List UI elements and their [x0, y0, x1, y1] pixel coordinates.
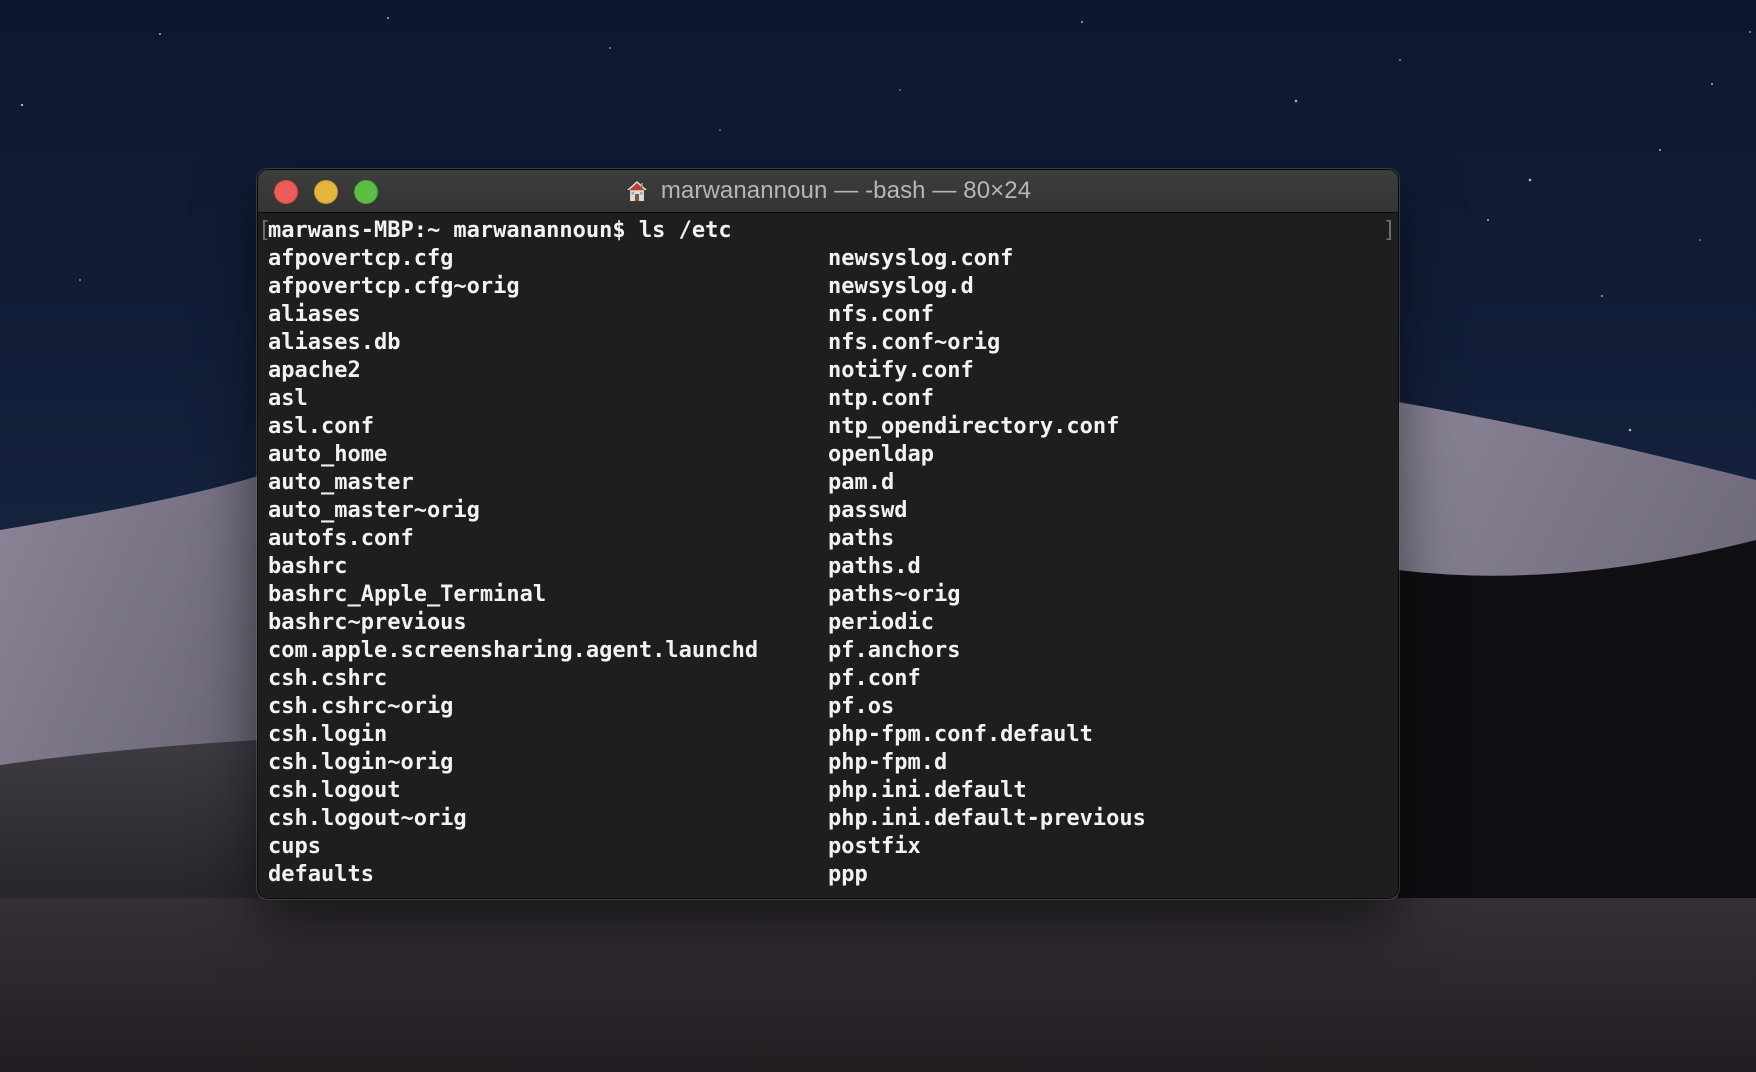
listing-row: csh.logout~orig php.ini.default-previous: [268, 805, 1388, 833]
file-entry: nfs.conf~orig: [828, 330, 1001, 355]
file-entry: bashrc_Apple_Terminal: [268, 582, 547, 607]
file-entry: postfix: [828, 834, 921, 859]
listing-row: defaults ppp: [268, 861, 1388, 889]
file-entry: apache2: [268, 358, 361, 383]
listing-row: apache2 notify.conf: [268, 357, 1388, 385]
listing-row: aliases.db nfs.conf~orig: [268, 329, 1388, 357]
title-bar[interactable]: marwanannoun — -bash — 80×24: [258, 170, 1398, 213]
file-entry: csh.login~orig: [268, 750, 454, 775]
file-entry: openldap: [828, 442, 934, 467]
file-entry: php.ini.default-previous: [828, 806, 1146, 831]
home-icon: [625, 179, 649, 203]
listing-row: auto_master pam.d: [268, 469, 1388, 497]
file-entry: cups: [268, 834, 321, 859]
file-entry: bashrc~previous: [268, 610, 467, 635]
file-entry: paths.d: [828, 554, 921, 579]
window-title-group: marwanannoun — -bash — 80×24: [258, 170, 1398, 212]
prompt-line: marwans-MBP:~ marwanannoun$ ls /etc: [268, 217, 1388, 245]
listing-row: cups postfix: [268, 833, 1388, 861]
listing-row: csh.login php-fpm.conf.default: [268, 721, 1388, 749]
file-entry: afpovertcp.cfg~orig: [268, 274, 520, 299]
listing-row: asl ntp.conf: [268, 385, 1388, 413]
file-entry: aliases.db: [268, 330, 401, 355]
listing-row: bashrc_Apple_Terminal paths~orig: [268, 581, 1388, 609]
file-entry: csh.cshrc: [268, 666, 388, 691]
listing-row: csh.login~orig php-fpm.d: [268, 749, 1388, 777]
file-entry: csh.login: [268, 722, 388, 747]
terminal-output: marwans-MBP:~ marwanannoun$ ls /etc afpo…: [268, 217, 1388, 898]
file-entry: auto_home: [268, 442, 388, 467]
listing-row: bashrc~previous periodic: [268, 609, 1388, 637]
file-entry: afpovertcp.cfg: [268, 246, 454, 271]
file-entry: periodic: [828, 610, 934, 635]
file-entry: ntp_opendirectory.conf: [828, 414, 1120, 439]
file-entry: php-fpm.d: [828, 750, 948, 775]
listing-row: com.apple.screensharing.agent.launchd pf.…: [268, 637, 1388, 665]
file-entry: bashrc: [268, 554, 348, 579]
listing-row: csh.cshrc~orig pf.os: [268, 693, 1388, 721]
listing-row: afpovertcp.cfg newsyslog.conf: [268, 245, 1388, 273]
window-title: marwanannoun — -bash — 80×24: [660, 177, 1032, 204]
listing-row: auto_master~orig passwd: [268, 497, 1388, 525]
file-entry: passwd: [828, 498, 908, 523]
file-entry: asl: [268, 386, 308, 411]
file-entry: php-fpm.conf.default: [828, 722, 1093, 747]
listing-row: afpovertcp.cfg~orig newsyslog.d: [268, 273, 1388, 301]
file-entry: paths~orig: [828, 582, 961, 607]
file-entry: ntp.conf: [828, 386, 934, 411]
listing-row: csh.cshrc pf.conf: [268, 665, 1388, 693]
file-entry: csh.cshrc~orig: [268, 694, 454, 719]
file-entry: auto_master: [268, 470, 414, 495]
file-entry: asl.conf: [268, 414, 374, 439]
file-entry: pf.anchors: [828, 638, 961, 663]
listing-row: bashrc paths.d: [268, 553, 1388, 581]
file-entry: pam.d: [828, 470, 895, 495]
file-entry: defaults: [268, 862, 374, 887]
shell-prompt: marwans-MBP:~ marwanannoun$ ls /etc: [268, 218, 732, 243]
file-entry: com.apple.screensharing.agent.launchd: [268, 638, 759, 663]
file-entry: autofs.conf: [268, 526, 414, 551]
file-entry: csh.logout: [268, 778, 401, 803]
file-entry: pf.os: [828, 694, 895, 719]
listing-row: aliases nfs.conf: [268, 301, 1388, 329]
file-entry: paths: [828, 526, 895, 551]
file-entry: newsyslog.conf: [828, 246, 1014, 271]
file-entry: nfs.conf: [828, 302, 934, 327]
file-entry: ppp: [828, 862, 868, 887]
listing-row: csh.logout php.ini.default: [268, 777, 1388, 805]
listing-row: autofs.conf paths: [268, 525, 1388, 553]
file-entry: auto_master~orig: [268, 498, 480, 523]
file-entry: csh.logout~orig: [268, 806, 467, 831]
file-entry: pf.conf: [828, 666, 921, 691]
listing-row: auto_home openldap: [268, 441, 1388, 469]
file-entry: php.ini.default: [828, 778, 1027, 803]
terminal-window[interactable]: marwanannoun — -bash — 80×24 [ ] marwans…: [258, 170, 1398, 898]
listing-row: asl.conf ntp_opendirectory.conf: [268, 413, 1388, 441]
file-entry: newsyslog.d: [828, 274, 974, 299]
file-entry: notify.conf: [828, 358, 974, 383]
terminal-content[interactable]: [ ] marwans-MBP:~ marwanannoun$ ls /etc …: [258, 213, 1398, 898]
file-entry: aliases: [268, 302, 361, 327]
